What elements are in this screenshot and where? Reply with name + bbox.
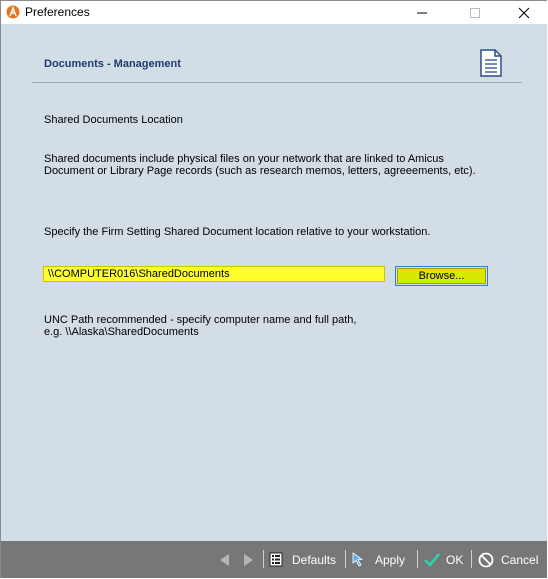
minimize-button[interactable] [399,1,445,24]
title-bar: Preferences [1,1,547,24]
instruction-text: Specify the Firm Setting Shared Document… [44,226,431,238]
maximize-button[interactable] [452,1,498,24]
close-button[interactable] [501,1,547,24]
section-divider [32,82,522,83]
maximize-icon [470,7,480,18]
content-area: Documents - Management Shared Documents … [1,24,547,541]
cursor-arrow-icon [352,551,364,567]
next-button[interactable] [241,541,255,578]
list-icon [269,552,283,567]
cancel-label: Cancel [501,552,539,567]
previous-button[interactable] [218,541,232,578]
footer-toolbar: Defaults Apply OK Cancel [1,541,547,578]
footer-separator [345,550,346,568]
defaults-label: Defaults [292,552,337,567]
ok-label: OK [446,552,464,567]
cancel-button[interactable]: Cancel [478,541,538,578]
browse-button[interactable]: Browse... [395,266,488,286]
footer-separator [263,550,264,568]
arrow-left-icon [220,553,229,566]
note-line-2: e.g. \\Alaska\SharedDocuments [44,326,199,338]
document-icon [480,49,502,77]
description-line-2: Document or Library Page records (such a… [44,165,476,177]
checkmark-icon [424,552,441,567]
browse-button-label: Browse... [397,268,486,284]
apply-label: Apply [375,552,406,567]
shared-location-heading: Shared Documents Location [44,114,183,126]
minimize-icon [417,12,427,13]
app-logo-icon [6,5,20,19]
section-title: Documents - Management [44,58,181,70]
ok-button[interactable]: OK [423,541,463,578]
arrow-right-icon [244,553,253,566]
footer-separator [417,550,418,568]
shared-path-input[interactable]: \\COMPUTER016\SharedDocuments [43,266,385,282]
apply-button[interactable]: Apply [351,541,405,578]
footer-separator [471,550,472,568]
close-icon [518,7,530,18]
cancel-circle-icon [478,552,494,567]
window-title: Preferences [25,5,90,19]
preferences-window: Preferences Documents - Management Share… [0,0,547,578]
defaults-button[interactable]: Defaults [269,541,336,578]
